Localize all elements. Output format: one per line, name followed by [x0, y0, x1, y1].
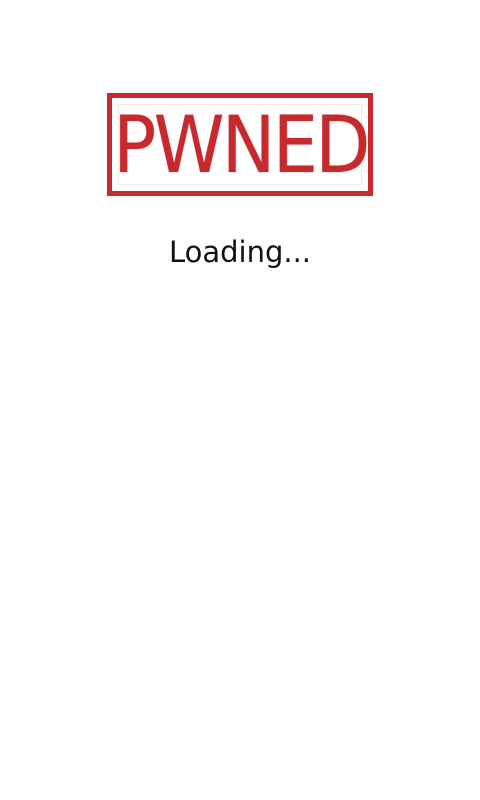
logo-text: PWNED — [112, 100, 368, 191]
pwned-stamp-logo: PWNED — [107, 93, 373, 196]
loading-label: Loading... — [168, 235, 312, 269]
loading-screen: PWNED Loading... — [0, 0, 480, 800]
